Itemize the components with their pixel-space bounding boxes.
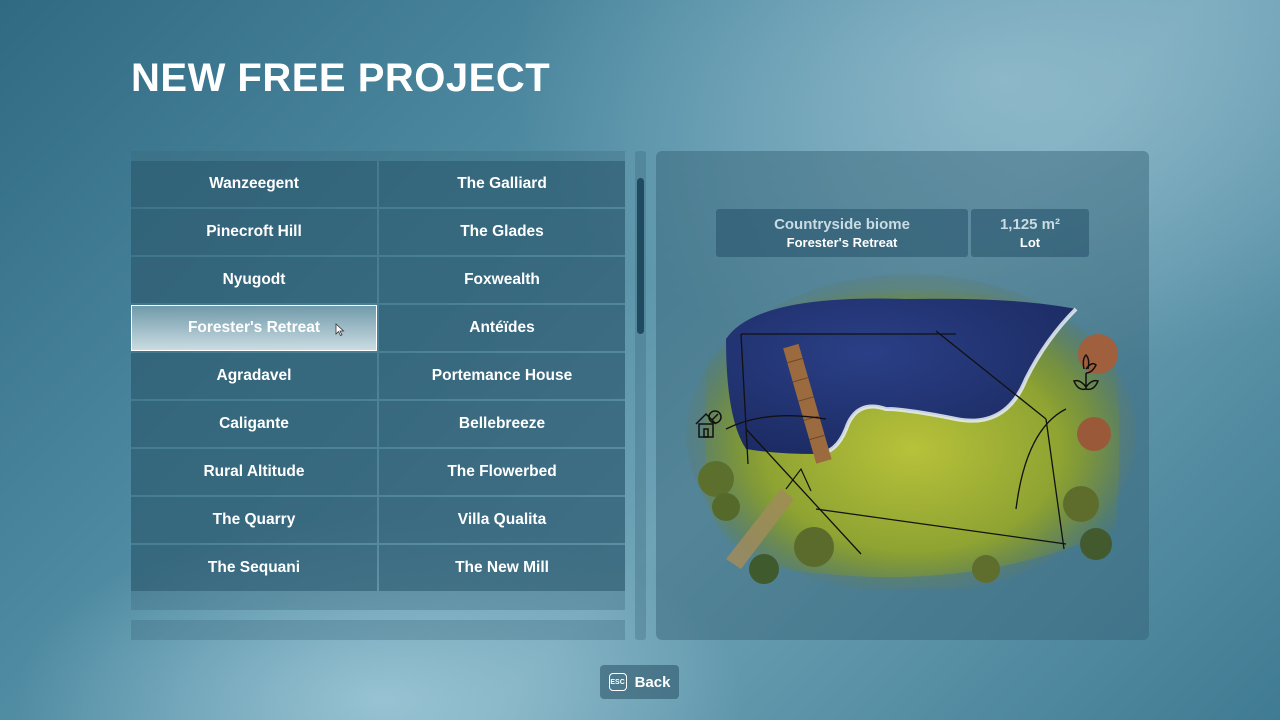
project-item[interactable]: The Quarry: [131, 497, 377, 543]
project-item[interactable]: Portemance House: [379, 353, 625, 399]
project-item[interactable]: The New Mill: [379, 545, 625, 591]
project-item[interactable]: The Sequani: [131, 545, 377, 591]
project-list[interactable]: Wanzeegent The Galliard Pinecroft Hill T…: [131, 151, 625, 610]
project-item-selected[interactable]: Forester's Retreat: [131, 305, 377, 351]
back-label: Back: [634, 673, 671, 691]
project-item[interactable]: Foxwealth: [379, 257, 625, 303]
project-detail-panel: Countryside biome Forester's Retreat 1,1…: [656, 151, 1149, 640]
project-item[interactable]: The Flowerbed: [379, 449, 625, 495]
project-item[interactable]: Pinecroft Hill: [131, 209, 377, 255]
project-item[interactable]: Nyugodt: [131, 257, 377, 303]
project-item[interactable]: Caligante: [131, 401, 377, 447]
project-item[interactable]: Villa Qualita: [379, 497, 625, 543]
list-next-row: [131, 620, 625, 640]
project-item[interactable]: The Glades: [379, 209, 625, 255]
project-item[interactable]: Rural Altitude: [131, 449, 377, 495]
project-item[interactable]: Wanzeegent: [131, 161, 377, 207]
page-title: NEW FREE PROJECT: [131, 56, 551, 100]
esc-key-icon: ESC: [608, 673, 627, 691]
scrollbar-thumb[interactable]: [637, 178, 644, 334]
project-item-label: Forester's Retreat: [187, 319, 321, 336]
biome-box: Countryside biome Forester's Retreat: [716, 209, 968, 257]
biome-label: Countryside biome: [774, 216, 910, 233]
scrollbar[interactable]: [635, 151, 646, 640]
back-button[interactable]: ESC Back: [600, 665, 679, 699]
project-item[interactable]: Agradavel: [131, 353, 377, 399]
lot-area: 1,125 m²: [999, 216, 1061, 233]
project-item[interactable]: Bellebreeze: [379, 401, 625, 447]
lot-map-preview: [686, 274, 1136, 589]
lot-box: 1,125 m² Lot: [971, 209, 1089, 257]
project-item[interactable]: The Galliard: [379, 161, 625, 207]
project-item[interactable]: Antéïdes: [379, 305, 625, 351]
project-info-bar: Countryside biome Forester's Retreat 1,1…: [716, 209, 1089, 257]
lot-label: Lot: [1019, 235, 1041, 250]
project-name: Forester's Retreat: [786, 235, 898, 250]
mouse-cursor-icon: [335, 323, 345, 337]
